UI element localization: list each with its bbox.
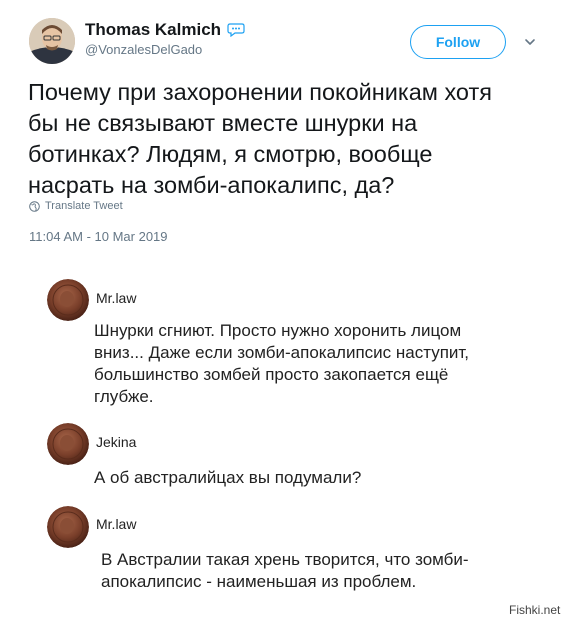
- translate-label: Translate Tweet: [45, 200, 123, 212]
- comment-text-line: В Австралии такая хрень творится, что зо…: [101, 550, 469, 569]
- commenter-avatar[interactable]: [47, 423, 89, 465]
- author-display-name[interactable]: Thomas Kalmich: [85, 20, 221, 40]
- tweet-text-line: насрать на зомби-апокалипс, да?: [28, 172, 395, 198]
- author-avatar[interactable]: [29, 18, 75, 64]
- tweet-text-line: бы не связывают вместе шнурки на: [28, 110, 418, 136]
- commenter-name[interactable]: Jekina: [96, 434, 136, 450]
- tweet-timestamp[interactable]: 11:04 AM - 10 Mar 2019: [29, 229, 168, 244]
- commenter-avatar[interactable]: [47, 279, 89, 321]
- comment-text-line: глубже.: [94, 387, 154, 406]
- comments-section: Mr.law Шнурки сгниют. Просто нужно хорон…: [0, 262, 575, 627]
- tweet-card: Thomas Kalmich @VonzalesDelGado Follow П…: [0, 0, 575, 262]
- comment-text: А об австралийцах вы подумали?: [94, 467, 534, 489]
- follow-button[interactable]: Follow: [410, 25, 506, 59]
- commenter-name[interactable]: Mr.law: [96, 516, 136, 532]
- commenter-avatar[interactable]: [47, 506, 89, 548]
- speech-bubble-icon: [227, 23, 245, 38]
- comment-text: В Австралии такая хрень творится, что зо…: [101, 549, 541, 593]
- comment-text-line: вниз... Даже если зомби-апокалипсис наст…: [94, 343, 470, 362]
- chevron-down-icon[interactable]: [523, 35, 537, 49]
- comment-text-line: А об австралийцах вы подумали?: [94, 468, 362, 487]
- author-handle[interactable]: @VonzalesDelGado: [85, 42, 202, 57]
- translate-tweet-link[interactable]: Translate Tweet: [29, 200, 123, 212]
- comment-text-line: апокалипсис - наименьшая из проблем.: [101, 572, 417, 591]
- tweet-text-line: ботинках? Людям, я смотрю, вообще: [28, 141, 433, 167]
- comment-text-line: Шнурки сгниют. Просто нужно хоронить лиц…: [94, 321, 462, 340]
- comment-text: Шнурки сгниют. Просто нужно хоронить лиц…: [94, 320, 534, 408]
- globe-icon: [29, 200, 40, 212]
- watermark: Fishki.net: [509, 603, 561, 617]
- commenter-name[interactable]: Mr.law: [96, 290, 136, 306]
- tweet-text: Почему при захоронении покойникам хотя б…: [28, 77, 548, 201]
- comment-text-line: большинство зомбей просто закопается ещё: [94, 365, 449, 384]
- author-name-line: Thomas Kalmich: [85, 19, 245, 41]
- tweet-text-line: Почему при захоронении покойникам хотя: [28, 79, 492, 105]
